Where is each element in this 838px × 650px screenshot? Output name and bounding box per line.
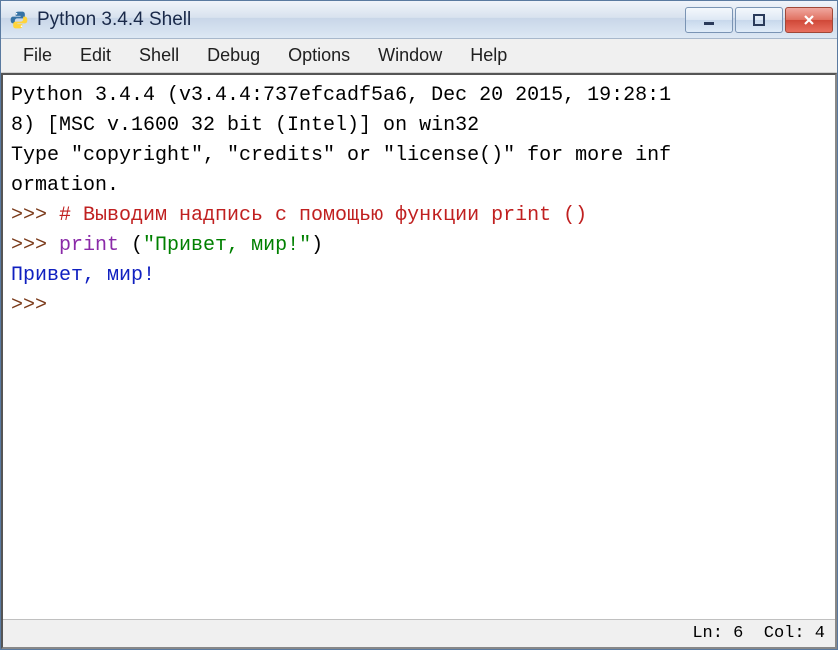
titlebar[interactable]: Python 3.4.4 Shell: [1, 1, 837, 39]
statusbar: Ln: 6 Col: 4: [3, 619, 835, 647]
line-value: 6: [733, 624, 743, 643]
menubar: File Edit Shell Debug Options Window Hel…: [1, 39, 837, 73]
close-button[interactable]: [785, 7, 833, 33]
col-label: Col:: [764, 624, 805, 643]
minimize-button[interactable]: [685, 7, 733, 33]
banner-text: 8) [MSC v.1600 32 bit (Intel)] on win32: [11, 114, 479, 137]
col-value: 4: [815, 624, 825, 643]
shell-prompt: >>>: [11, 234, 59, 257]
line-label: Ln:: [692, 624, 723, 643]
output-text: Привет, мир!: [11, 264, 155, 287]
shell-prompt: >>>: [11, 294, 59, 317]
banner-text: Python 3.4.4 (v3.4.4:737efcadf5a6, Dec 2…: [11, 84, 671, 107]
window-controls: [683, 7, 833, 33]
shell-editor[interactable]: Python 3.4.4 (v3.4.4:737efcadf5a6, Dec 2…: [3, 75, 835, 619]
window-title: Python 3.4.4 Shell: [37, 9, 683, 31]
app-window: Python 3.4.4 Shell File Edit Shell Debug…: [0, 0, 838, 650]
maximize-button[interactable]: [735, 7, 783, 33]
menu-help[interactable]: Help: [456, 41, 521, 70]
builtin-name: print: [59, 234, 119, 257]
menu-edit[interactable]: Edit: [66, 41, 125, 70]
code-text: ): [311, 234, 323, 257]
string-literal: "Привет, мир!": [143, 234, 311, 257]
code-text: (: [119, 234, 143, 257]
shell-prompt: >>>: [11, 204, 59, 227]
menu-shell[interactable]: Shell: [125, 41, 193, 70]
banner-text: Type "copyright", "credits" or "license(…: [11, 144, 671, 167]
python-icon: [9, 10, 29, 30]
content-area: Python 3.4.4 (v3.4.4:737efcadf5a6, Dec 2…: [1, 73, 837, 649]
menu-debug[interactable]: Debug: [193, 41, 274, 70]
banner-text: ormation.: [11, 174, 119, 197]
menu-window[interactable]: Window: [364, 41, 456, 70]
menu-file[interactable]: File: [9, 41, 66, 70]
menu-options[interactable]: Options: [274, 41, 364, 70]
comment-text: # Выводим надпись с помощью функции prin…: [59, 204, 587, 227]
